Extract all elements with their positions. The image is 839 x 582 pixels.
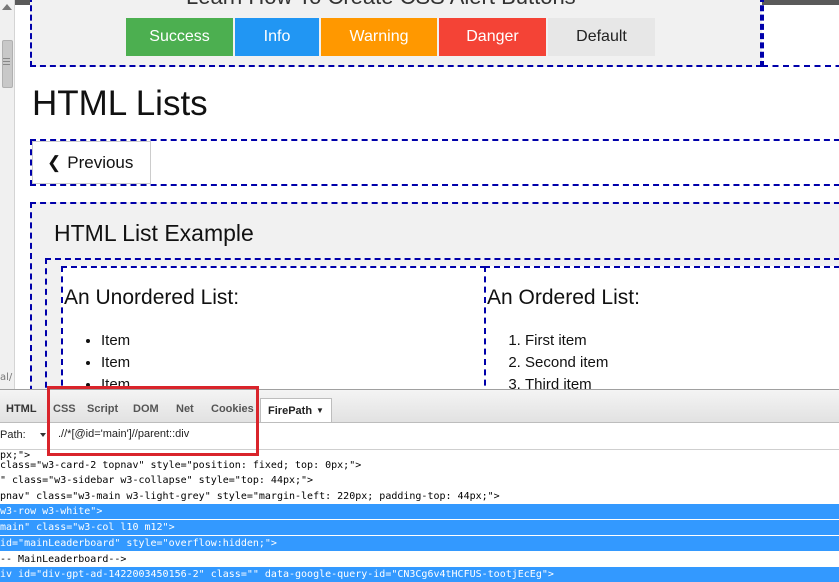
code-line[interactable]: " class="w3-sidebar w3-collapse" style="… — [0, 473, 839, 488]
alert-buttons: Success Info Warning Danger Default — [126, 18, 657, 56]
default-button[interactable]: Default — [548, 18, 655, 56]
page-title: HTML Lists — [32, 84, 208, 123]
xpath-type-label[interactable]: Path: — [0, 429, 26, 441]
tab-html[interactable]: HTML — [6, 403, 37, 415]
success-button[interactable]: Success — [126, 18, 233, 56]
right-outline — [762, 0, 839, 67]
scroll-up-arrow-icon[interactable] — [2, 4, 12, 10]
tab-firepath[interactable]: FirePath ▼ — [260, 398, 332, 422]
code-line-selected[interactable]: w3-row w3-white"> — [0, 504, 839, 519]
warning-button[interactable]: Warning — [321, 18, 437, 56]
code-line-selected[interactable]: iv id="div-gpt-ad-1422003450156-2" class… — [0, 567, 839, 582]
code-line-selected[interactable]: main" class="w3-col l10 m12"> — [0, 520, 839, 535]
highlight-box — [47, 386, 259, 456]
xpath-dropdown-icon[interactable] — [40, 433, 46, 437]
previous-button[interactable]: ❮ Previous — [32, 141, 151, 184]
pager-container — [30, 139, 839, 186]
url-fragment: al/ — [0, 372, 13, 383]
scroll-grip-icon — [3, 58, 10, 59]
ordered-outline — [484, 266, 839, 389]
chevron-down-icon: ▼ — [316, 406, 324, 415]
browser-viewport: al/ Learn How To Create CSS Alert Button… — [0, 0, 839, 389]
chevron-left-icon: ❮ — [47, 152, 62, 172]
unordered-outline — [61, 266, 486, 389]
info-button[interactable]: Info — [235, 18, 319, 56]
code-line[interactable]: pnav" class="w3-main w3-light-grey" styl… — [0, 489, 839, 504]
code-line-selected[interactable]: id="mainLeaderboard" style="overflow:hid… — [0, 536, 839, 551]
tab-firepath-label: FirePath — [268, 404, 313, 417]
vertical-scrollbar[interactable] — [0, 0, 15, 389]
scroll-thumb[interactable] — [2, 40, 13, 88]
section-heading: Learn How To Create CSS Alert Buttons — [186, 0, 576, 10]
previous-label: Previous — [67, 152, 134, 172]
example-title: HTML List Example — [54, 220, 254, 246]
code-line[interactable]: -- MainLeaderboard--> — [0, 552, 839, 567]
code-line[interactable]: class="w3-card-2 topnav" style="position… — [0, 458, 839, 473]
danger-button[interactable]: Danger — [439, 18, 546, 56]
